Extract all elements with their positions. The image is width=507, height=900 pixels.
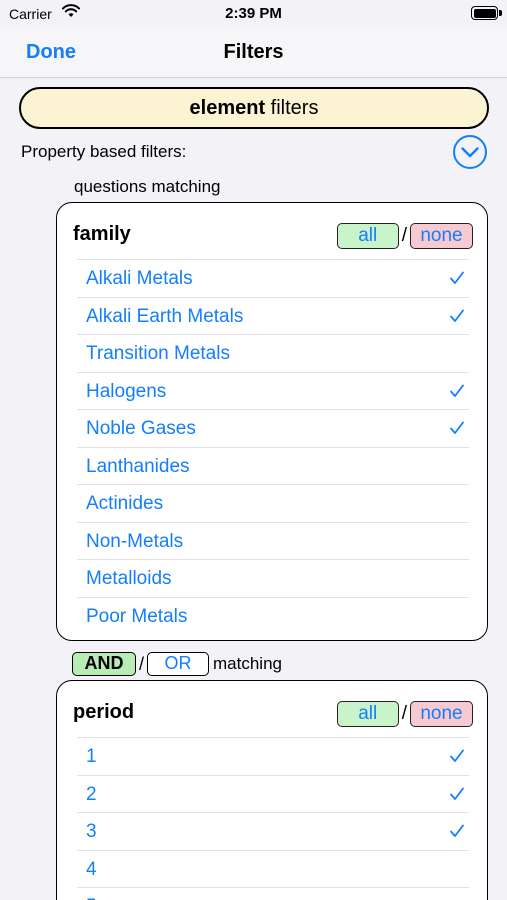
list-item[interactable]: Non-Metals (77, 521, 469, 560)
list-item-label: Actinides (86, 493, 164, 514)
list-item[interactable]: 1 (77, 737, 469, 775)
list-item[interactable]: Alkali Earth Metals (77, 296, 469, 335)
family-filter-card: family all / none Alkali Metals Alkali Ea… (56, 202, 488, 641)
list-item[interactable]: 2 (77, 774, 469, 813)
separator: / (401, 225, 407, 246)
list-item-label: Metalloids (86, 568, 172, 589)
property-filters-label: Property based filters: (21, 142, 187, 161)
list-item-label: 2 (86, 783, 97, 805)
period-all-none: all / none (336, 701, 473, 727)
period-none-button[interactable]: none (410, 701, 473, 727)
list-item[interactable]: Lanthanides (77, 446, 469, 485)
list-item[interactable]: Actinides (77, 484, 469, 522)
filters-suffix-label: filters (265, 97, 319, 119)
status-bar: Carrier 2:39 PM (0, 0, 507, 28)
list-item[interactable]: 4 (77, 849, 469, 888)
list-item-label: Alkali Metals (86, 268, 193, 289)
checkmark-icon (450, 824, 464, 837)
family-none-button[interactable]: none (410, 223, 473, 249)
list-item-label: 1 (86, 746, 97, 767)
list-item-label: 4 (86, 858, 97, 880)
and-button[interactable]: AND (72, 652, 136, 676)
list-item[interactable]: Transition Metals (77, 334, 469, 372)
checkmark-icon (450, 271, 464, 284)
list-item-label: 3 (86, 821, 97, 842)
list-item-label: Poor Metals (86, 605, 188, 627)
list-item-label: Noble Gases (86, 418, 196, 439)
clock: 2:39 PM (225, 5, 282, 22)
combine-operator: AND / OR matching (72, 652, 282, 676)
list-item-label: 5 (86, 896, 97, 900)
period-list: 1 2 3 4 5 (77, 737, 469, 900)
family-all-none: all / none (336, 223, 473, 249)
family-list: Alkali Metals Alkali Earth Metals Transiti… (77, 259, 469, 634)
list-item-label: Lanthanides (86, 455, 190, 477)
chevron-down-icon (453, 135, 487, 169)
list-item[interactable]: Poor Metals (77, 596, 469, 635)
separator: / (401, 703, 407, 724)
list-item-label: Halogens (86, 380, 167, 402)
expand-button[interactable] (452, 134, 488, 170)
page-title: Filters (223, 41, 284, 63)
navigation-bar: Done Filters (0, 28, 507, 78)
list-item-label: Non-Metals (86, 530, 184, 552)
separator: / (139, 653, 145, 674)
list-item[interactable]: Halogens (77, 371, 469, 410)
checkmark-icon (450, 384, 464, 397)
list-item-label: Alkali Earth Metals (86, 305, 244, 327)
list-item-label: Transition Metals (86, 343, 230, 364)
or-button[interactable]: OR (147, 652, 210, 676)
checkmark-icon (450, 421, 464, 434)
list-item[interactable]: Alkali Metals (77, 259, 469, 297)
period-all-button[interactable]: all (336, 701, 399, 727)
checkmark-icon (450, 787, 464, 800)
family-header: family (73, 223, 131, 245)
list-item[interactable]: Metalloids (77, 559, 469, 597)
period-filter-card: period all / none 1 2 3 4 5 (56, 680, 488, 900)
list-item[interactable]: Noble Gases (77, 409, 469, 447)
element-filters-header[interactable]: element filters (19, 87, 489, 129)
checkmark-icon (450, 749, 464, 762)
list-item[interactable]: 3 (77, 812, 469, 850)
period-header: period (73, 701, 135, 723)
list-item[interactable]: 5 (77, 887, 469, 900)
questions-matching-label: questions matching (74, 177, 221, 196)
filters-type-label: element (189, 97, 266, 119)
battery-icon (471, 6, 502, 20)
matching-label: matching (213, 654, 282, 673)
checkmark-icon (450, 309, 464, 322)
family-all-button[interactable]: all (336, 223, 399, 249)
